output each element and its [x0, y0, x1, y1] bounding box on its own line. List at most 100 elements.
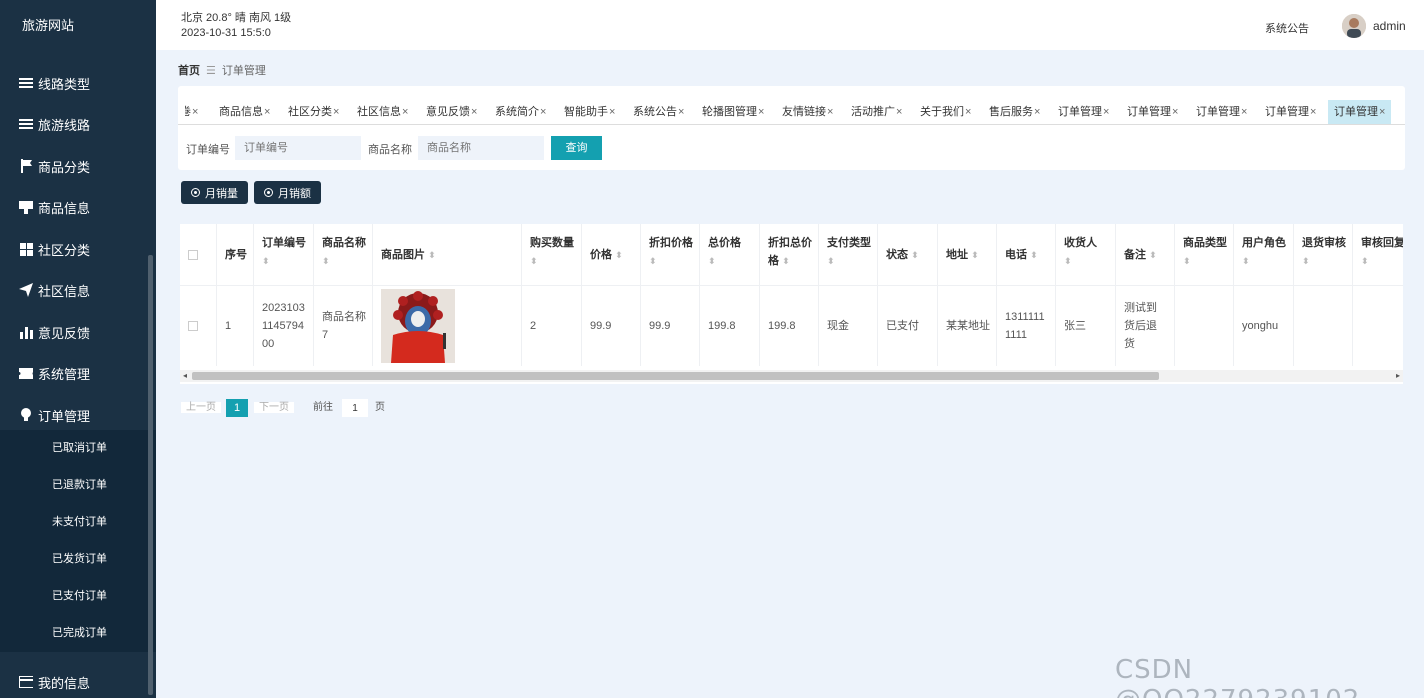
monthly-volume-button[interactable]: 月销量: [181, 181, 248, 204]
tab[interactable]: 订单管理×: [1196, 100, 1247, 124]
scrollbar-thumb[interactable]: [192, 372, 1159, 380]
row-checkbox-cell[interactable]: [180, 286, 217, 366]
close-icon[interactable]: ×: [471, 106, 477, 118]
close-icon[interactable]: ×: [1172, 106, 1178, 118]
tab[interactable]: 社区信息×: [357, 100, 408, 124]
close-icon[interactable]: ×: [965, 106, 971, 118]
submenu-item-refunded[interactable]: 已退款订单: [0, 467, 150, 504]
close-icon[interactable]: ×: [402, 106, 408, 118]
checkbox[interactable]: [188, 250, 198, 260]
goto-page-input[interactable]: [342, 399, 368, 417]
col-header[interactable]: 地址 ⬍: [938, 224, 997, 286]
col-header[interactable]: 状态 ⬍: [878, 224, 938, 286]
tab[interactable]: 关于我们×: [920, 100, 971, 124]
menu-item-my-info[interactable]: 我的信息: [0, 662, 150, 698]
close-icon[interactable]: ×: [1034, 106, 1040, 118]
sort-icon: ⬍: [1183, 256, 1191, 266]
order-no-input[interactable]: [235, 136, 361, 160]
menu-item-feedback[interactable]: 意见反馈: [0, 312, 150, 352]
submenu-item-completed[interactable]: 已完成订单: [0, 615, 150, 652]
close-icon[interactable]: ×: [264, 106, 270, 118]
cell-status: 已支付: [878, 286, 938, 366]
tab[interactable]: 轮播图管理×: [702, 100, 764, 124]
close-icon[interactable]: ×: [540, 106, 546, 118]
close-icon[interactable]: ×: [1310, 106, 1316, 118]
col-header[interactable]: 价格 ⬍: [582, 224, 641, 286]
col-header[interactable]: 退货审核 ⬍: [1294, 224, 1353, 286]
tab-active[interactable]: 订单管理×: [1328, 100, 1392, 124]
close-icon[interactable]: ×: [1379, 106, 1385, 118]
tab[interactable]: 友情链接×: [782, 100, 833, 124]
close-icon[interactable]: ×: [609, 106, 615, 118]
col-header[interactable]: 折扣总价格 ⬍: [760, 224, 819, 286]
menu-item-product-info[interactable]: 商品信息: [0, 187, 150, 227]
menu-item-route-type[interactable]: 线路类型: [0, 63, 150, 103]
tab[interactable]: 订单管理×: [1058, 100, 1109, 124]
col-header[interactable]: 收货人 ⬍: [1056, 224, 1116, 286]
col-header[interactable]: 总价格 ⬍: [700, 224, 760, 286]
tab[interactable]: 系统公告×: [633, 100, 684, 124]
sort-icon: ⬍: [1064, 256, 1072, 266]
col-header[interactable]: 用户角色 ⬍: [1234, 224, 1294, 286]
close-icon[interactable]: ×: [1103, 106, 1109, 118]
col-header[interactable]: 备注 ⬍: [1116, 224, 1175, 286]
monthly-sales-button[interactable]: 月销额: [254, 181, 321, 204]
horizontal-scrollbar[interactable]: ◂ ▸: [180, 370, 1403, 382]
col-header[interactable]: 订单编号 ⬍: [254, 224, 314, 286]
product-name-input[interactable]: [418, 136, 544, 160]
sidebar-scrollbar[interactable]: [148, 255, 153, 695]
avatar[interactable]: [1342, 14, 1366, 38]
close-icon[interactable]: ×: [333, 106, 339, 118]
menu-item-community-info[interactable]: 社区信息: [0, 270, 150, 310]
select-all-checkbox-cell[interactable]: [180, 224, 217, 286]
tab[interactable]: 智能助手×: [564, 100, 615, 124]
col-header[interactable]: 商品图片 ⬍: [373, 224, 522, 286]
prev-page-button[interactable]: 上一页: [181, 399, 221, 417]
page-number-current[interactable]: 1: [226, 399, 248, 417]
sort-icon: ⬍: [615, 250, 623, 260]
tab[interactable]: 商品信息×: [219, 100, 270, 124]
menu-item-community-category[interactable]: 社区分类: [0, 229, 150, 269]
submenu-item-unpaid[interactable]: 未支付订单: [0, 504, 150, 541]
username[interactable]: admin: [1373, 19, 1406, 33]
close-icon[interactable]: ×: [1241, 106, 1247, 118]
col-header[interactable]: 折扣价格 ⬍: [641, 224, 700, 286]
tab[interactable]: 售后服务×: [989, 100, 1040, 124]
submenu-item-cancelled[interactable]: 已取消订单: [0, 430, 150, 467]
tab[interactable]: 卷×: [185, 100, 198, 124]
scroll-right-icon[interactable]: ▸: [1396, 371, 1400, 380]
col-header[interactable]: 购买数量 ⬍: [522, 224, 582, 286]
checkbox[interactable]: [188, 321, 198, 331]
cell-phone: 13111111111: [997, 286, 1056, 366]
close-icon[interactable]: ×: [827, 106, 833, 118]
close-icon[interactable]: ×: [192, 106, 198, 118]
col-header[interactable]: 商品名称 ⬍: [314, 224, 373, 286]
submenu-item-paid[interactable]: 已支付订单: [0, 578, 150, 615]
col-header[interactable]: 商品类型 ⬍: [1175, 224, 1234, 286]
query-button[interactable]: 查询: [551, 136, 602, 160]
order-submenu: 已取消订单 已退款订单 未支付订单 已发货订单 已支付订单 已完成订单: [0, 430, 156, 652]
tab[interactable]: 订单管理×: [1127, 100, 1178, 124]
col-header[interactable]: 支付类型 ⬍: [819, 224, 878, 286]
tab[interactable]: 意见反馈×: [426, 100, 477, 124]
menu-item-travel-route[interactable]: 旅游线路: [0, 104, 150, 144]
menu-item-system[interactable]: 系统管理: [0, 353, 150, 393]
col-header[interactable]: 电话 ⬍: [997, 224, 1056, 286]
tab[interactable]: 系统简介×: [495, 100, 546, 124]
tab[interactable]: 订单管理×: [1265, 100, 1316, 124]
submenu-item-shipped[interactable]: 已发货订单: [0, 541, 150, 578]
close-icon[interactable]: ×: [896, 106, 902, 118]
close-icon[interactable]: ×: [678, 106, 684, 118]
tab[interactable]: 社区分类×: [288, 100, 339, 124]
next-page-button[interactable]: 下一页: [254, 399, 294, 417]
menu-item-order-management[interactable]: 订单管理: [0, 395, 150, 435]
menu-item-product-category[interactable]: 商品分类: [0, 146, 150, 186]
close-icon[interactable]: ×: [758, 106, 764, 118]
tab[interactable]: 活动推广×: [851, 100, 902, 124]
col-header[interactable]: 审核回复 ⬍: [1353, 224, 1403, 286]
breadcrumb-home[interactable]: 首页: [178, 65, 200, 77]
system-notice-link[interactable]: 系统公告: [1265, 20, 1309, 36]
cell-index: 1: [217, 286, 254, 366]
cell-address: 某某地址: [938, 286, 997, 366]
scroll-left-icon[interactable]: ◂: [183, 371, 187, 380]
